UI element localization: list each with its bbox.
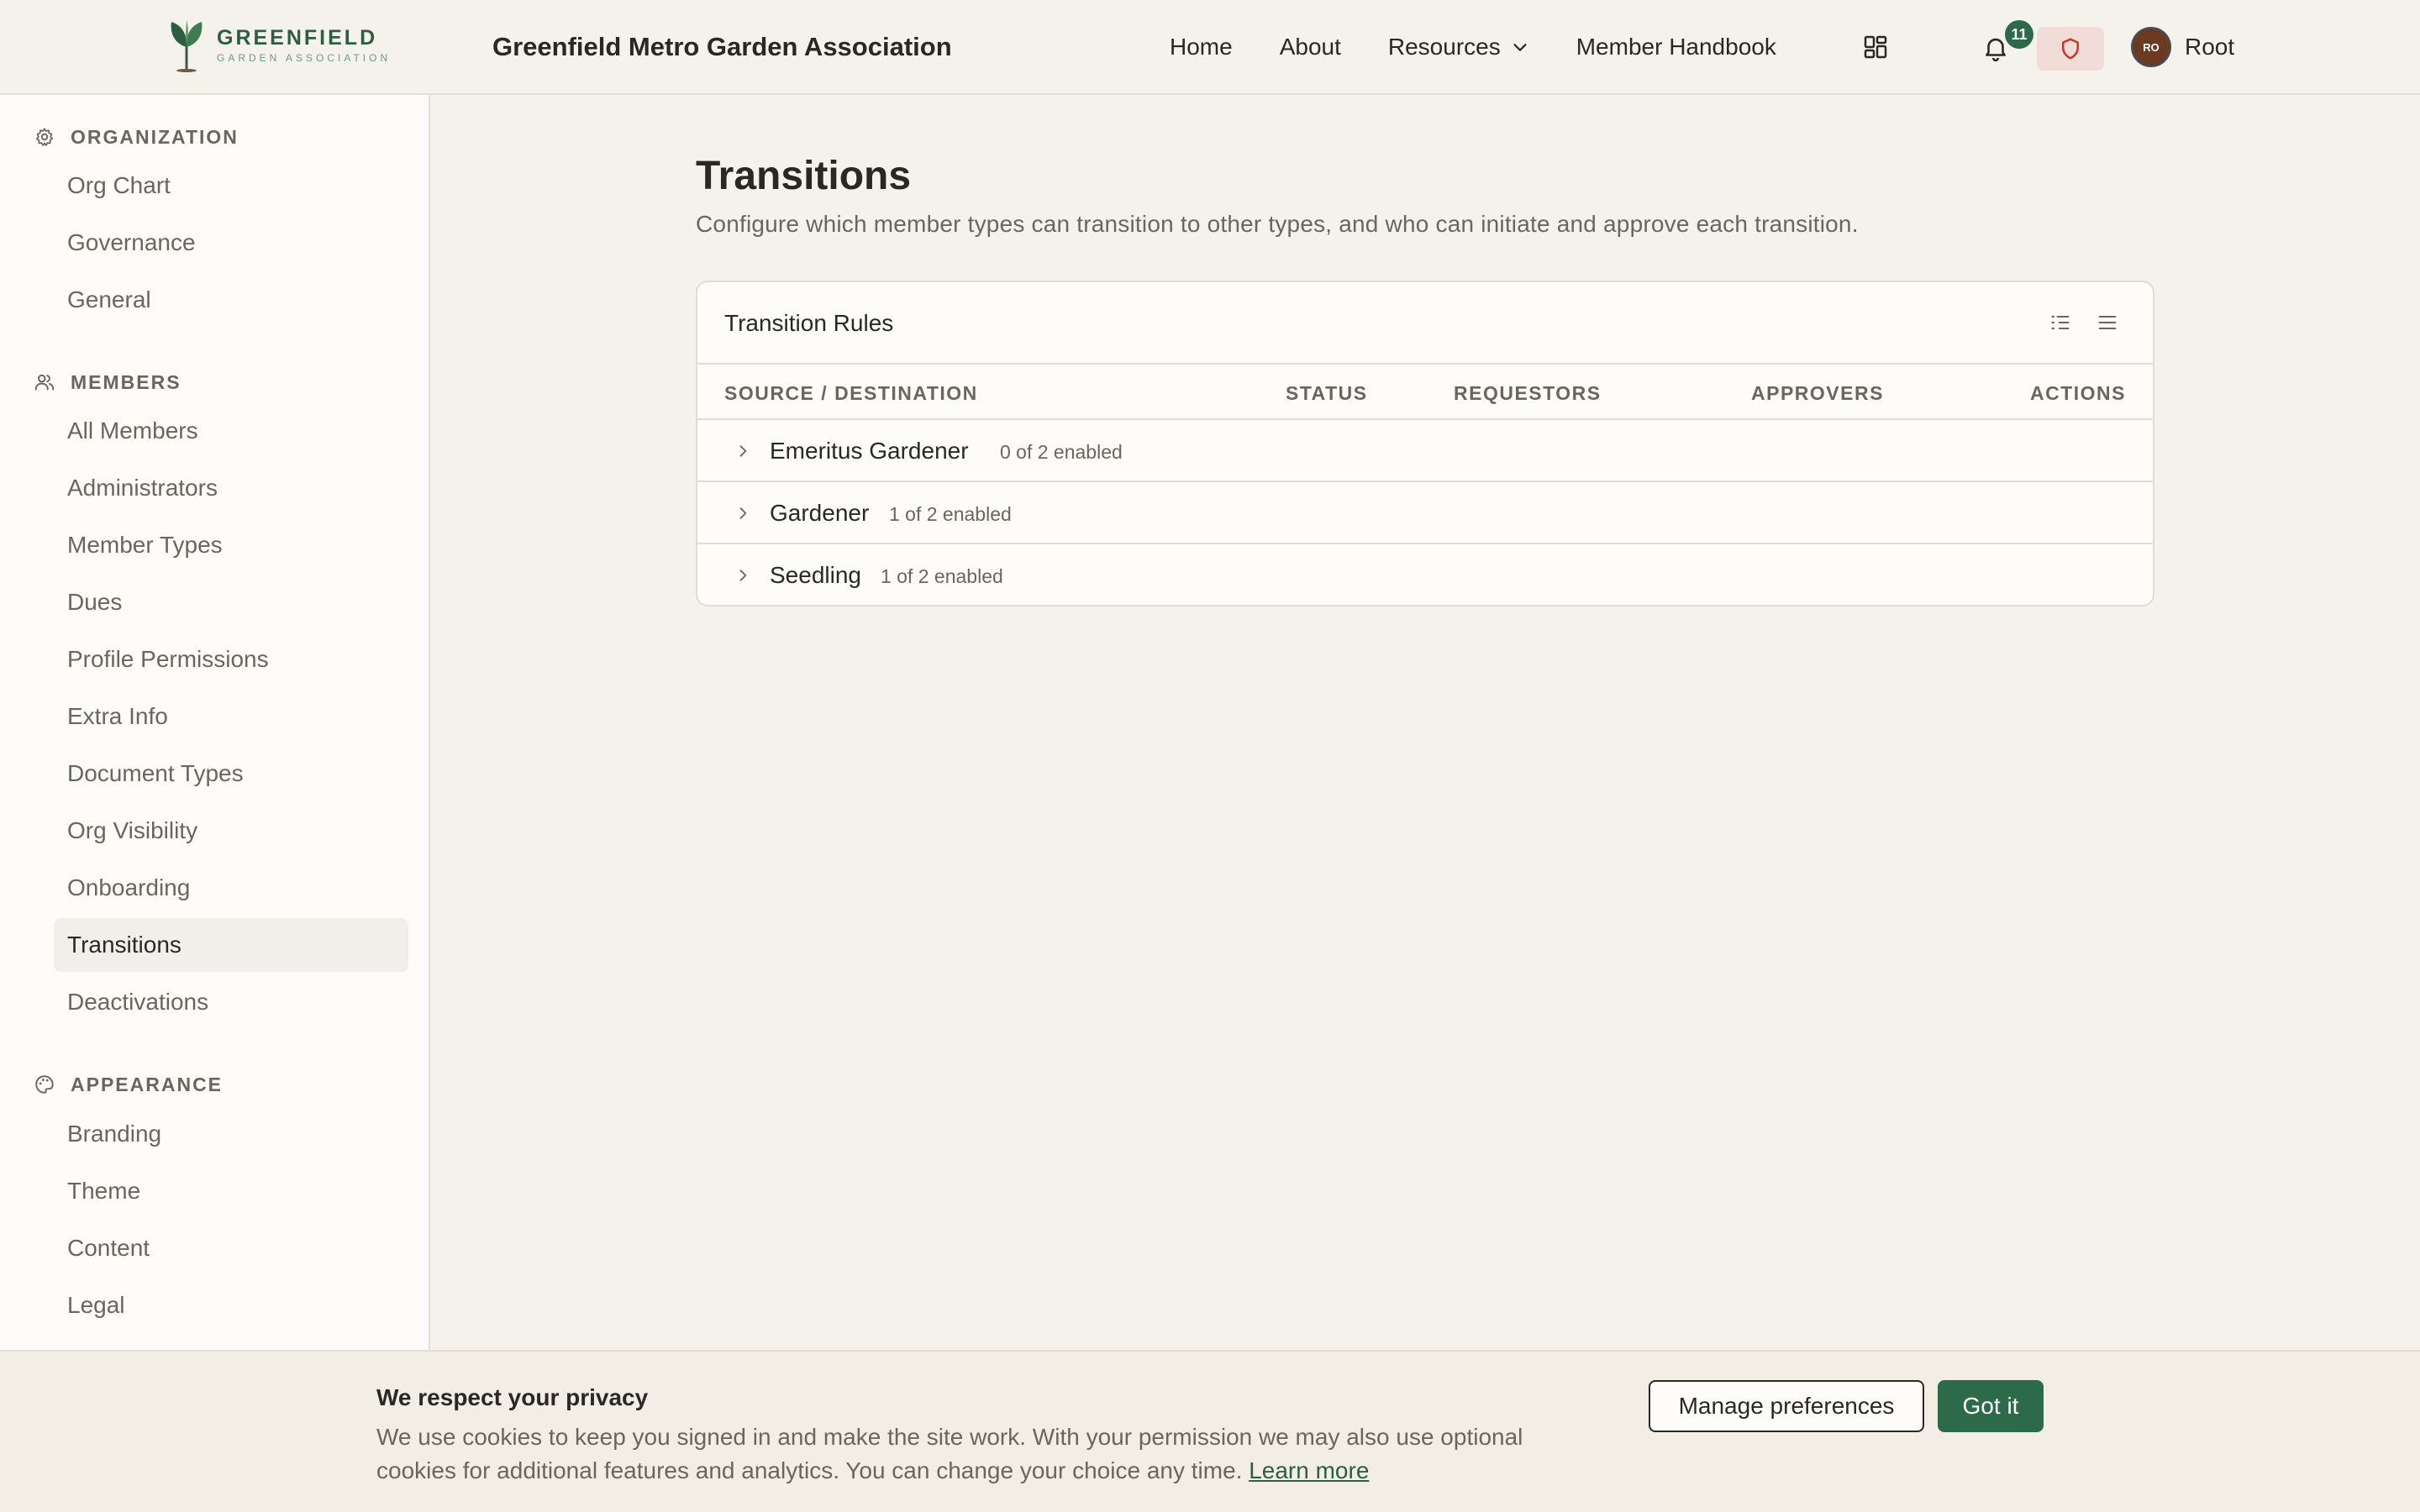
main-nav: Home About Resources Member Handbook (1170, 30, 1823, 64)
notification-count-badge: 11 (2005, 20, 2033, 49)
sidebar-item-deactivations[interactable]: Deactivations (54, 975, 408, 1029)
sidebar-item-onboarding[interactable]: Onboarding (54, 861, 408, 915)
sidebar-item-document-types[interactable]: Document Types (54, 747, 408, 801)
sidebar-item-org-visibility[interactable]: Org Visibility (54, 804, 408, 858)
sidebar-item-dues[interactable]: Dues (54, 575, 408, 629)
palette-icon (35, 1075, 54, 1094)
manage-preferences-button[interactable]: Manage preferences (1649, 1380, 1924, 1432)
nav-resources-label: Resources (1387, 34, 1501, 60)
sidebar-item-governance[interactable]: Governance (54, 216, 408, 270)
row-source-name: Gardener (770, 500, 870, 526)
sidebar-item-branding[interactable]: Branding (54, 1107, 408, 1161)
sidebar-section-members: MEMBERS (34, 369, 182, 396)
sidebar-section-title: ORGANIZATION (71, 125, 239, 148)
sidebar-item-legal[interactable]: Legal (54, 1278, 408, 1332)
list-icon[interactable] (2096, 311, 2119, 334)
admin-shield-button[interactable] (2037, 27, 2104, 71)
sprout-icon (171, 20, 203, 72)
column-actions: ACTIONS (2030, 382, 2126, 404)
sidebar-section-title: MEMBERS (71, 370, 182, 393)
row-source-name: Seedling (770, 562, 861, 588)
users-icon (34, 374, 55, 391)
page-title: Transitions (696, 154, 912, 198)
row-enabled-count: 1 of 2 enabled (889, 503, 1012, 525)
sidebar-item-administrators[interactable]: Administrators (54, 461, 408, 515)
chevron-right-icon[interactable] (734, 505, 751, 522)
table-row[interactable]: Gardener 1 of 2 enabled (697, 482, 2153, 544)
gear-icon (35, 128, 54, 146)
sidebar-item-org-chart[interactable]: Org Chart (54, 159, 408, 213)
row-enabled-count: 0 of 2 enabled (1000, 441, 1123, 463)
sidebar-item-content[interactable]: Content (54, 1221, 408, 1275)
table-row[interactable]: Seedling 1 of 2 enabled (697, 544, 2153, 605)
accept-cookies-button[interactable]: Got it (1938, 1380, 2044, 1432)
learn-more-link[interactable]: Learn more (1249, 1457, 1369, 1483)
column-requestors: REQUESTORS (1454, 382, 1602, 404)
row-enabled-count: 1 of 2 enabled (881, 565, 1003, 587)
user-menu-name[interactable]: Root (2185, 30, 2234, 64)
settings-sidebar: ORGANIZATION Org Chart Governance Genera… (0, 95, 430, 1350)
nav-resources[interactable]: Resources (1388, 30, 1529, 64)
chevron-right-icon[interactable] (734, 443, 751, 459)
sidebar-item-theme[interactable]: Theme (54, 1164, 408, 1218)
sidebar-item-member-types[interactable]: Member Types (54, 518, 408, 572)
avatar[interactable]: RO (2131, 27, 2171, 67)
column-source-destination: SOURCE / DESTINATION (724, 382, 978, 404)
sidebar-item-all-members[interactable]: All Members (54, 404, 408, 458)
cookie-title: We respect your privacy (376, 1384, 649, 1410)
shield-icon (2062, 38, 2079, 60)
nav-about[interactable]: About (1280, 30, 1341, 64)
notifications-button[interactable]: 11 (1981, 20, 2033, 64)
site-title[interactable]: Greenfield Metro Garden Association (492, 30, 952, 64)
top-header: GREENFIELD GARDEN ASSOCIATION Greenfield… (0, 0, 2420, 95)
card-title: Transition Rules (724, 310, 894, 336)
site-logo[interactable]: GREENFIELD GARDEN ASSOCIATION (166, 18, 391, 72)
transition-rules-card: Transition Rules SOURCE / DESTINATION ST… (696, 281, 2154, 606)
column-approvers: APPROVERS (1751, 382, 1884, 404)
sidebar-item-extra-info[interactable]: Extra Info (54, 690, 408, 743)
sidebar-item-transitions[interactable]: Transitions (54, 918, 408, 972)
apps-grid-icon[interactable] (1862, 34, 1889, 60)
sidebar-section-organization: ORGANIZATION (34, 123, 239, 150)
chevron-right-icon[interactable] (734, 567, 751, 584)
table-row[interactable]: Emeritus Gardener 0 of 2 enabled (697, 420, 2153, 482)
sidebar-item-profile-permissions[interactable]: Profile Permissions (54, 633, 408, 686)
cookie-banner: We respect your privacy We use cookies t… (0, 1350, 2420, 1512)
cookie-text: We use cookies to keep you signed in and… (376, 1420, 1603, 1488)
list-indent-icon[interactable] (2049, 311, 2072, 334)
chevron-down-icon (1513, 44, 1527, 51)
sidebar-item-general[interactable]: General (54, 273, 408, 327)
card-header: Transition Rules (697, 282, 2153, 365)
sidebar-section-appearance: APPEARANCE (34, 1071, 223, 1098)
nav-home[interactable]: Home (1170, 30, 1233, 64)
column-status: STATUS (1286, 382, 1368, 404)
page-description: Configure which member types can transit… (696, 211, 1859, 237)
sidebar-section-title: APPEARANCE (71, 1073, 224, 1095)
table-header: SOURCE / DESTINATION STATUS REQUESTORS A… (697, 365, 2153, 420)
logo-tagline: GARDEN ASSOCIATION (217, 52, 392, 64)
nav-member-handbook[interactable]: Member Handbook (1576, 30, 1776, 64)
row-source-name: Emeritus Gardener (770, 438, 969, 464)
logo-wordmark: GREENFIELD (217, 26, 378, 50)
